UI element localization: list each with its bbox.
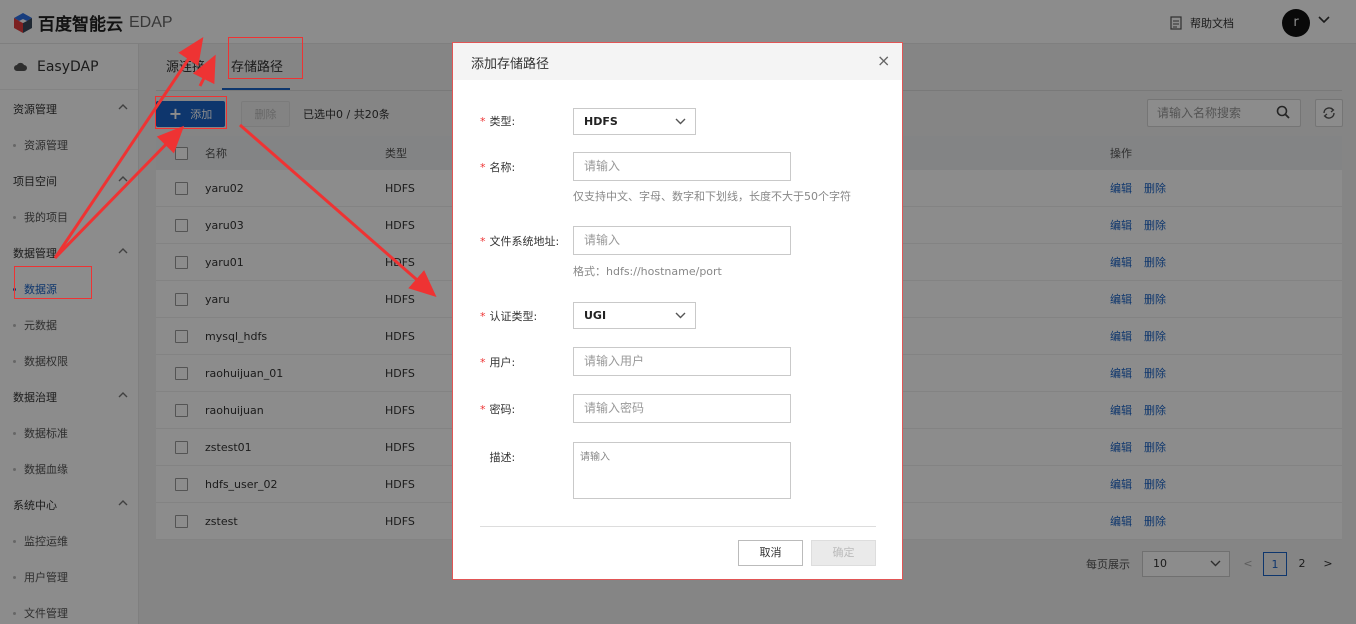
arrow-to-dialog [239, 123, 437, 297]
arrow-short [192, 54, 216, 87]
arrow-to-add [53, 125, 185, 260]
annotation-arrows [53, 37, 437, 297]
arrow-to-tab [53, 37, 204, 259]
